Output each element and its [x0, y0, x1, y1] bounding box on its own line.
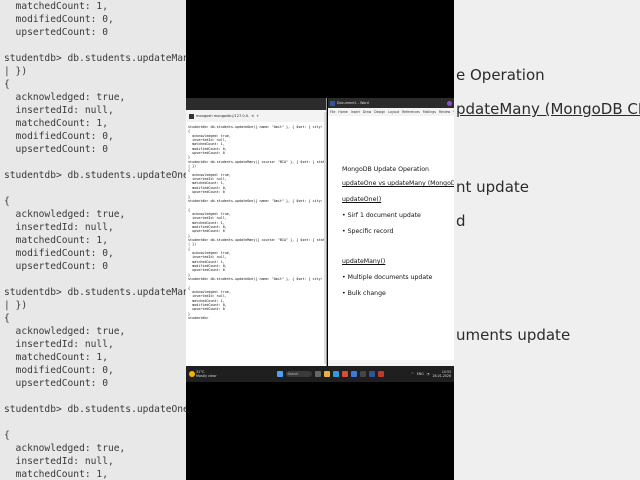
- word-titlebar: Document1 - Word: [328, 98, 454, 108]
- background-terminal-left: matchedCount: 1, modifiedCount: 0, upser…: [0, 0, 186, 480]
- file-explorer-icon[interactable]: [323, 371, 330, 377]
- chevron-up-icon[interactable]: ^: [411, 372, 414, 376]
- document-line: • Bulk change: [342, 290, 386, 297]
- terminal-tab[interactable]: mongosh mongodb://127.0.0. ✕ +: [186, 110, 326, 122]
- weather-desc: Mostly clear: [196, 374, 217, 378]
- chrome-icon[interactable]: [341, 371, 348, 377]
- document-line: updateOne vs updateMany (MongoDB CMD): [342, 180, 454, 187]
- store-icon[interactable]: [350, 371, 357, 377]
- app-red-icon[interactable]: [377, 371, 384, 377]
- background-document-line: e Operation: [456, 66, 545, 84]
- weather-sun-icon: [189, 371, 195, 377]
- ribbon-tab[interactable]: Layout: [388, 110, 399, 114]
- terminal-app-icon[interactable]: [359, 371, 366, 377]
- close-tab-icon[interactable]: ✕: [251, 114, 254, 118]
- language-indicator[interactable]: ENG: [417, 372, 424, 376]
- clock-date: 28-01-2026: [432, 374, 451, 378]
- edge-icon[interactable]: [332, 371, 339, 377]
- terminal-tab-label: mongosh mongodb://127.0.0.: [196, 114, 250, 118]
- search-placeholder: Search: [287, 372, 299, 376]
- terminal-text: studentdb> db.students.updateOne({ name:…: [188, 125, 326, 321]
- weather-widget[interactable]: 31°C Mostly clear: [189, 370, 217, 378]
- word-app-icon: [330, 100, 335, 106]
- taskbar: 31°C Mostly clear Search ^ ENG ◔ 10:53 2…: [186, 366, 454, 382]
- word-window[interactable]: Document1 - Word File Home Insert Draw Desig…: [328, 98, 454, 366]
- document-line: • Sirf 1 document update: [342, 212, 421, 219]
- background-document-line: uments update: [456, 326, 571, 344]
- start-icon[interactable]: [276, 371, 283, 377]
- copilot-icon[interactable]: [447, 100, 452, 106]
- document-line: MongoDB Update Operation: [342, 166, 429, 173]
- document-line: • Specific record: [342, 228, 394, 235]
- new-tab-icon[interactable]: +: [256, 114, 259, 118]
- background-terminal-text: matchedCount: 1, modifiedCount: 0, upser…: [4, 1, 186, 480]
- background-document-line: pdateMany (MongoDB CMD): [456, 100, 640, 118]
- screen-recording: mongosh mongodb://127.0.0. ✕ + studentdb…: [186, 0, 454, 480]
- clock[interactable]: 10:53 28-01-2026: [432, 370, 451, 378]
- document-line: updateMany(): [342, 258, 386, 265]
- document-line: updateOne(): [342, 196, 382, 203]
- ribbon-tab[interactable]: Draw: [363, 110, 371, 114]
- document-line: • Multiple documents update: [342, 274, 433, 281]
- terminal-scrollbar[interactable]: [324, 112, 326, 364]
- terminal-window[interactable]: mongosh mongodb://127.0.0. ✕ + studentdb…: [186, 98, 327, 366]
- terminal-output[interactable]: studentdb> db.students.updateOne({ name:…: [186, 122, 326, 323]
- background-document-right: e Operation pdateMany (MongoDB CMD) nt upd…: [454, 0, 640, 480]
- ribbon-tab[interactable]: Mailings: [423, 110, 436, 114]
- taskbar-search[interactable]: Search: [285, 371, 312, 377]
- word-ribbon-tabs: File Home Insert Draw Design Layout References…: [328, 108, 454, 116]
- background-document-line: d: [456, 212, 466, 230]
- ribbon-tab[interactable]: View: [453, 110, 454, 114]
- task-view-icon[interactable]: [314, 371, 321, 377]
- ribbon-tab[interactable]: Review: [439, 110, 450, 114]
- word-app-taskbar-icon[interactable]: [368, 371, 375, 377]
- word-document-page[interactable]: MongoDB Update Operation updateOne vs upd…: [332, 118, 454, 358]
- system-tray: ^ ENG ◔ 10:53 28-01-2026: [411, 370, 451, 378]
- taskbar-apps: Search: [276, 371, 384, 377]
- wifi-icon[interactable]: ◔: [427, 372, 430, 376]
- ribbon-tab[interactable]: References: [402, 110, 420, 114]
- terminal-icon: [189, 113, 194, 119]
- word-title: Document1 - Word: [337, 101, 369, 105]
- terminal-titlebar: [186, 98, 326, 110]
- ribbon-tab[interactable]: Design: [374, 110, 385, 114]
- ribbon-tab[interactable]: File: [330, 110, 335, 114]
- ribbon-tab[interactable]: Home: [338, 110, 347, 114]
- background-document-line: nt update: [456, 178, 530, 196]
- ribbon-tab[interactable]: Insert: [351, 110, 360, 114]
